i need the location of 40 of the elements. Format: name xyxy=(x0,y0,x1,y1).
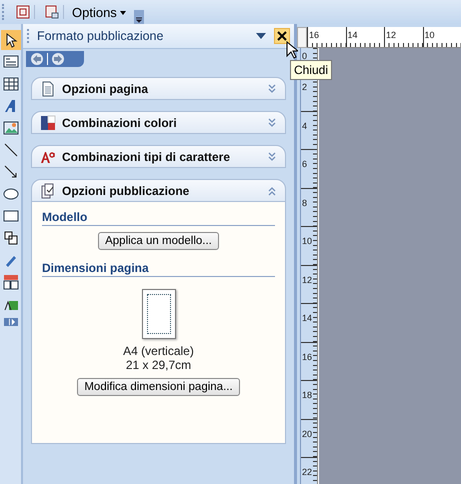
page-preview xyxy=(142,289,176,339)
line-icon[interactable] xyxy=(2,142,18,158)
close-button[interactable] xyxy=(274,28,290,44)
dropdown-icon[interactable] xyxy=(256,33,266,39)
expand-icon[interactable] xyxy=(267,152,277,162)
back-icon[interactable] xyxy=(30,52,44,66)
section-header[interactable]: Combinazioni tipi di carattere xyxy=(31,145,286,168)
table-icon[interactable] xyxy=(2,76,18,92)
mouse-cursor-icon xyxy=(286,41,298,59)
section-heading: Dimensioni pagina xyxy=(42,261,275,277)
page-icon xyxy=(40,80,56,96)
overflow-icon[interactable] xyxy=(134,10,144,24)
section-header[interactable]: Opzioni pubblicazione xyxy=(31,179,286,202)
page-size-label: A4 (verticale) 21 x 29,7cm xyxy=(122,344,195,372)
oval-icon[interactable] xyxy=(2,186,18,202)
rectangle-icon[interactable] xyxy=(2,208,18,224)
expand-icon[interactable] xyxy=(4,318,18,326)
section-header[interactable]: Opzioni pagina xyxy=(31,77,286,100)
apply-template-button[interactable]: Applica un modello... xyxy=(98,232,219,250)
gallery-icon[interactable] xyxy=(2,274,18,290)
pointer-icon[interactable] xyxy=(2,32,18,48)
section-heading: Modello xyxy=(42,210,275,226)
section-header[interactable]: Combinazioni colori xyxy=(31,111,286,134)
horizontal-ruler: 16 14 12 10 xyxy=(307,27,461,48)
expand-icon[interactable] xyxy=(267,118,277,128)
options-button[interactable]: Options xyxy=(70,4,128,20)
caret-icon xyxy=(120,11,126,16)
color-swatch-icon xyxy=(40,114,56,130)
text-box-icon[interactable] xyxy=(2,54,18,70)
picture-icon[interactable] xyxy=(2,120,18,136)
shapes-icon[interactable] xyxy=(2,230,18,246)
document-check-icon xyxy=(40,182,56,198)
pane-title: Formato pubblicazione xyxy=(37,29,164,43)
collapse-icon[interactable] xyxy=(267,186,277,196)
forward-icon[interactable] xyxy=(51,52,65,66)
expand-icon[interactable] xyxy=(267,84,277,94)
tooltip: Chiudi xyxy=(290,60,332,80)
arrow-icon[interactable] xyxy=(2,164,18,180)
ruler-corner xyxy=(297,27,307,48)
change-page-size-button[interactable]: Modifica dimensioni pagina... xyxy=(77,378,240,396)
